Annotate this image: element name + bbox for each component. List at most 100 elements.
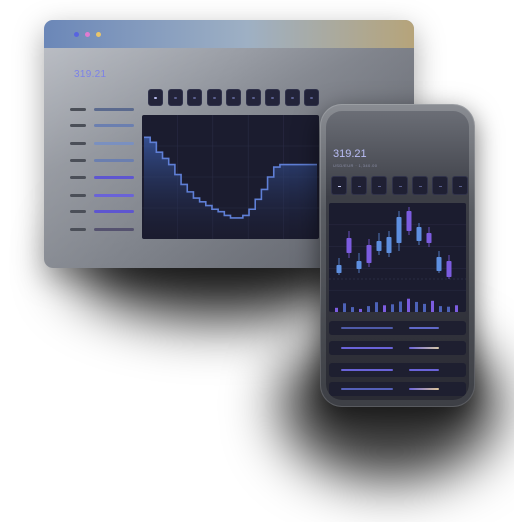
phone-timeframe-label: [358, 186, 362, 187]
phone-timeframe-label: [459, 186, 463, 187]
candle-body: [416, 227, 422, 241]
sidebar-item-icon: [70, 108, 86, 111]
volume-bar: [415, 301, 418, 312]
timeframe-label: [251, 97, 255, 99]
phone-pair-subtitle: USD/EUR · 1,340.00: [333, 163, 378, 168]
sidebar-item-icon: [70, 228, 86, 231]
candle-body: [336, 265, 342, 273]
window-minimize-button[interactable]: [85, 32, 90, 37]
desktop-price: 319.21: [74, 69, 107, 80]
sidebar-item-label: [94, 124, 134, 127]
order-row-value-bar: [409, 388, 439, 390]
volume-bar: [399, 301, 402, 312]
candle-body: [446, 261, 452, 277]
phone-device: 319.21 USD/EUR · 1,340.00: [320, 104, 475, 407]
sidebar-item-icon: [70, 159, 86, 162]
order-row-bar: [341, 388, 393, 390]
phone-order-row[interactable]: [329, 341, 466, 355]
phone-timeframe-button[interactable]: [411, 176, 428, 195]
sidebar-item-icon: [70, 210, 86, 213]
volume-bar: [383, 305, 386, 312]
phone-timeframe-button[interactable]: [371, 176, 388, 195]
order-row-bar: [341, 369, 393, 371]
timeframe-button[interactable]: [167, 89, 183, 106]
sidebar-item-label: [94, 142, 134, 145]
timeframe-button[interactable]: [206, 89, 222, 106]
timeframe-label: [310, 97, 313, 99]
volume-bar: [391, 304, 394, 312]
candle-body: [426, 233, 432, 243]
phone-timeframe-button[interactable]: [351, 176, 368, 195]
sidebar-item-icon: [70, 142, 86, 145]
candle-body: [376, 241, 382, 251]
phone-order-row[interactable]: [329, 382, 466, 396]
timeframe-button[interactable]: [245, 89, 261, 106]
timeframe-label: [290, 97, 294, 99]
volume-bar: [439, 306, 442, 312]
sidebar-item-label: [94, 194, 134, 197]
phone-timeframe-label: [418, 186, 422, 187]
volume-bar: [455, 305, 458, 312]
phone-order-row[interactable]: [329, 321, 466, 335]
phone-candle-chart: [329, 203, 466, 312]
phone-order-row[interactable]: [329, 363, 466, 377]
sidebar-item-label: [94, 228, 134, 231]
chart-area: [144, 137, 317, 239]
order-row-bar: [341, 327, 393, 329]
sidebar-item-icon: [70, 124, 86, 127]
phone-timeframe-label: [378, 186, 382, 187]
timeframe-label: [154, 97, 157, 99]
timeframe-label: [193, 97, 196, 99]
timeframe-button[interactable]: [226, 89, 241, 106]
window-close-button[interactable]: [74, 32, 79, 37]
volume-bar: [359, 308, 362, 312]
volume-bar: [407, 298, 410, 312]
sidebar-item-label: [94, 159, 134, 162]
phone-timeframe-label: [338, 186, 341, 187]
candle-body: [386, 237, 392, 253]
phone-timeframe-button[interactable]: [452, 176, 469, 195]
timeframe-button[interactable]: [148, 89, 163, 106]
timeframe-label: [271, 97, 274, 99]
sidebar-item-label: [94, 210, 134, 213]
volume-bar: [423, 303, 426, 312]
phone-timeframe-label: [398, 186, 402, 187]
sidebar-item-icon: [70, 176, 86, 179]
window-titlebar: [44, 20, 414, 48]
order-row-value-bar: [409, 327, 439, 329]
phone-timeframe-button[interactable]: [391, 176, 408, 195]
volume-bar: [375, 302, 378, 312]
timeframe-button[interactable]: [265, 89, 280, 106]
order-row-bar: [341, 347, 393, 349]
timeframe-label: [212, 97, 216, 99]
timeframe-label: [173, 97, 177, 99]
phone-price: 319.21: [333, 148, 367, 160]
candle-body: [396, 217, 402, 243]
volume-bar: [367, 306, 370, 312]
phone-screen: 319.21 USD/EUR · 1,340.00: [326, 111, 469, 400]
timeframe-button[interactable]: [284, 89, 300, 106]
candle-body: [366, 245, 372, 263]
timeframe-button[interactable]: [187, 89, 202, 106]
candle-body: [356, 261, 362, 269]
phone-timeframe-button[interactable]: [331, 176, 347, 195]
candle-body: [346, 238, 352, 253]
volume-bar: [431, 300, 434, 312]
desktop-line-chart: [142, 115, 319, 239]
window-maximize-button[interactable]: [96, 32, 101, 37]
phone-chart-svg: [329, 207, 466, 312]
volume-bar: [335, 307, 338, 312]
desktop-chart-svg: [142, 115, 319, 239]
timeframe-button[interactable]: [304, 89, 319, 106]
order-row-value-bar: [409, 347, 439, 349]
volume-bar: [343, 303, 346, 312]
phone-timeframe-label: [439, 186, 442, 187]
sidebar-item-icon: [70, 194, 86, 197]
phone-timeframe-button[interactable]: [432, 176, 448, 195]
timeframe-label: [232, 97, 235, 99]
volume-bar: [447, 306, 450, 312]
sidebar-item-label: [94, 176, 134, 179]
candle-body: [436, 257, 442, 271]
order-row-value-bar: [409, 369, 439, 371]
volume-bar: [351, 307, 354, 312]
